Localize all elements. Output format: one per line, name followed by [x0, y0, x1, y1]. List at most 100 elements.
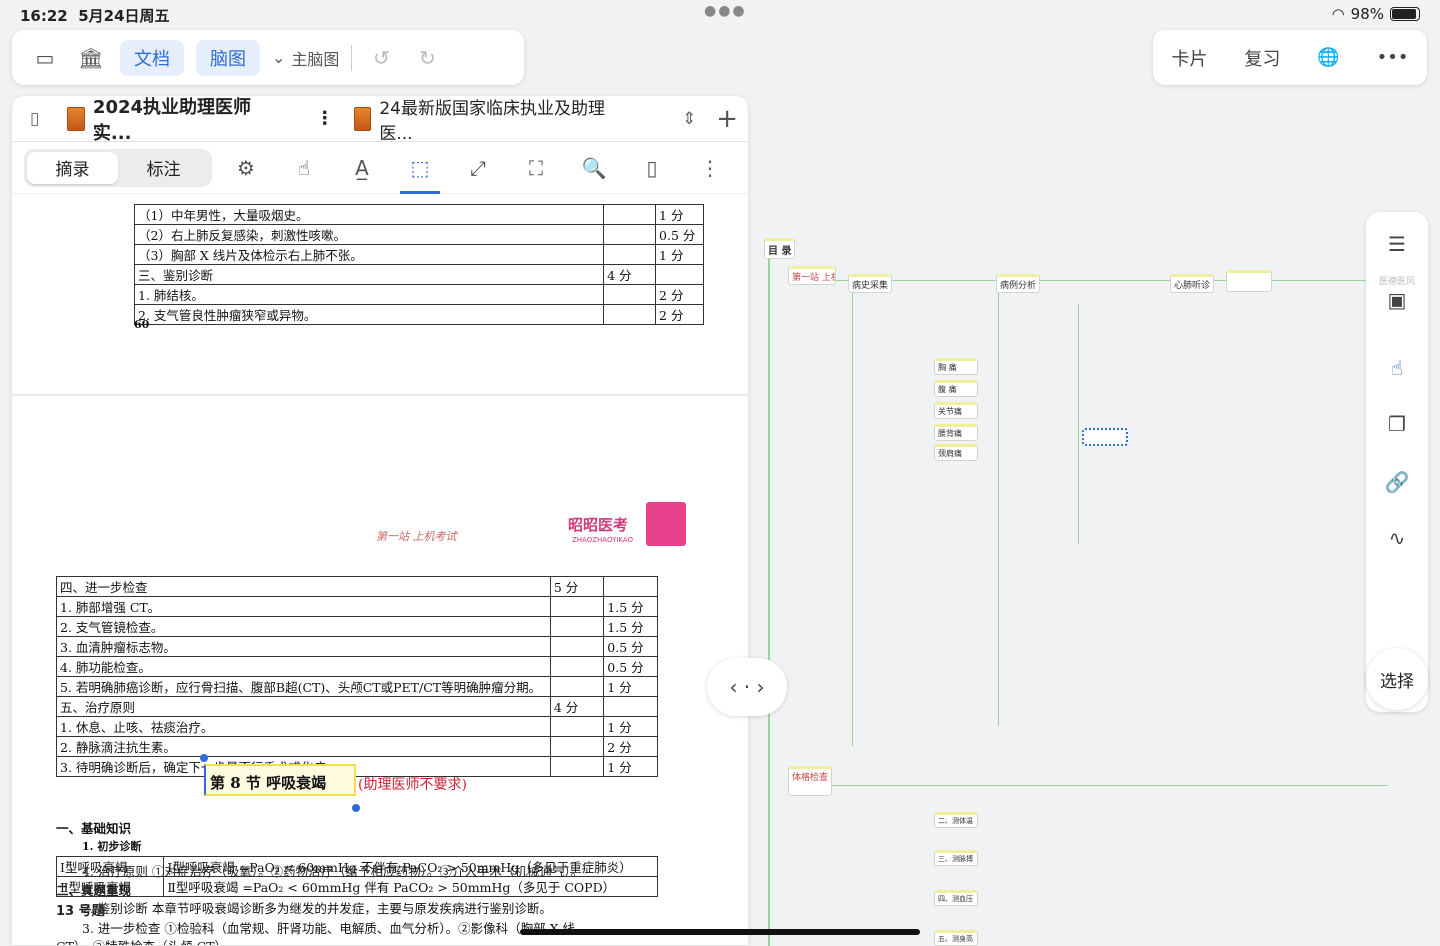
mm-connector	[828, 280, 1388, 281]
multitasking-dots-icon[interactable]: ●●●	[704, 3, 747, 19]
link-icon[interactable]: 🔗	[1366, 470, 1428, 494]
mindmap-mode-button[interactable]: 脑图	[196, 39, 260, 76]
table-cell: 4. 肺功能检查。	[56, 656, 551, 677]
mm-connector	[1078, 304, 1079, 544]
mm-abd[interactable]: 腹 痛	[934, 380, 978, 397]
page-number: 60	[134, 318, 150, 331]
table-cell: 1 分	[603, 756, 658, 777]
table-cell: 0.5 分	[603, 636, 658, 657]
status-time: 16:22 5月24日周五	[20, 7, 170, 25]
outline-icon[interactable]: ☰	[1366, 232, 1428, 256]
table-row: 2. 静脉滴注抗生素。 2 分	[56, 736, 658, 757]
right-toolbar: 卡片 复习 🌐 •••	[1153, 30, 1427, 85]
table-row: （1）中年男性，大量吸烟史。 1 分	[133, 204, 704, 225]
table-cell: 1. 肺部增强 CT。	[56, 596, 551, 617]
mm-height[interactable]: 五、测身高	[934, 930, 978, 946]
split-view-handle[interactable]: ‹ · ›	[707, 658, 787, 716]
home-indicator[interactable]	[520, 929, 920, 935]
main-map-dropdown[interactable]: ⌄ 主脑图	[272, 46, 339, 70]
table-cell: （3）胸部 X 线片及体检示右上肺不张。	[133, 244, 605, 265]
section-note: (助理医师不要求)	[358, 777, 467, 793]
mm-neck[interactable]: 颈肩痛	[934, 444, 978, 461]
table-cell: 1. 肺结核。	[133, 284, 605, 305]
table-cell	[549, 716, 605, 737]
section-title: 第 8 节 呼吸衰竭	[210, 774, 327, 792]
publisher-seal-icon	[646, 502, 686, 546]
table-cell	[603, 304, 657, 325]
status-right: ◠ 98%	[1332, 5, 1420, 23]
table-cell: 1 分	[655, 204, 704, 225]
right-sidebar: ☰ 医德医风 ▣ ☝ ❐ 🔗 ∿	[1366, 212, 1428, 712]
table-cell: 1.5 分	[603, 596, 658, 617]
library-icon[interactable]: 🏛	[74, 41, 108, 75]
mm-back[interactable]: 腰背痛	[934, 424, 978, 441]
battery-percent: 98%	[1350, 5, 1384, 23]
hand-tool-icon[interactable]: ☝	[1366, 356, 1428, 380]
mm-history[interactable]: 病史采集	[848, 274, 892, 293]
mm-heart[interactable]: 心肺听诊	[1170, 274, 1214, 293]
table-row: 1. 休息、止咳、祛痰治疗。 1 分	[56, 716, 658, 737]
table-cell: 1 分	[655, 244, 704, 265]
web-search-icon[interactable]: 🌐	[1317, 47, 1339, 68]
selection-handle-top[interactable]	[200, 754, 208, 762]
redo-icon[interactable]: ↻	[410, 41, 444, 75]
table-row: 4. 肺功能检查。 0.5 分	[56, 656, 658, 677]
mm-root[interactable]: 目 录	[764, 238, 796, 259]
table-cell: 1 分	[603, 676, 658, 697]
text-line-4: 4. 治疗原则 ①对症治疗（吸氧）。②药物治疗（给予相应药物）。③介入手术（机械…	[82, 864, 584, 879]
select-button[interactable]: 选择	[1366, 648, 1428, 710]
divider	[351, 44, 353, 71]
table-cell: 1. 休息、止咳、祛痰治疗。	[56, 716, 551, 737]
battery-icon	[1390, 7, 1420, 21]
copy-icon[interactable]: ❐	[1366, 412, 1428, 436]
table-cell: 1 分	[603, 716, 658, 737]
table-cell	[603, 696, 658, 717]
table-row: 3. 待明确诊断后，确定下一步是否行手术或化疗。 1 分	[56, 756, 658, 777]
mm-pulse[interactable]: 三、测脉搏	[934, 850, 978, 866]
mm-bp[interactable]: 四、测血压	[934, 890, 978, 906]
chevron-down-icon: ⌄	[272, 48, 286, 67]
table-row: 五、治疗原则 4 分	[56, 696, 658, 717]
table-cell	[549, 676, 605, 697]
mm-connector	[852, 286, 853, 746]
doc-mode-button[interactable]: 文档	[120, 39, 184, 76]
table-cell: 4 分	[603, 264, 657, 285]
mm-temp[interactable]: 二、测体温	[934, 812, 978, 828]
mm-station[interactable]: 第一站 上机考试	[788, 266, 836, 285]
table-cell	[603, 576, 658, 597]
freehand-icon[interactable]: ∿	[1366, 526, 1428, 550]
undo-icon[interactable]: ↺	[364, 41, 398, 75]
table-cell: 2 分	[655, 304, 704, 325]
table-cell: 三、鉴别诊断	[133, 264, 605, 285]
wifi-icon: ◠	[1331, 5, 1345, 23]
table-cell: （1）中年男性，大量吸烟史。	[133, 204, 605, 225]
mm-exam[interactable]: 体格检查	[788, 766, 832, 796]
score-table-2: 四、进一步检查 5 分 1. 肺部增强 CT。 1.5 分 2. 支气管镜检查。 1.5 …	[56, 576, 658, 777]
selection-handle-bottom[interactable]	[352, 804, 360, 812]
mm-selected-node[interactable]	[1082, 428, 1128, 446]
mm-joint[interactable]: 关节痛	[934, 402, 978, 419]
mindmap-canvas[interactable]: 目 录 第一站 上机考试 病史采集 病例分析 心肺听诊 体格检查 胸 痛 腹 痛…	[748, 200, 1388, 946]
mm-connector	[768, 246, 770, 946]
more-icon[interactable]: •••	[1377, 47, 1409, 68]
question-number: 13 号题	[56, 904, 105, 919]
mm-case[interactable]: 病例分析	[996, 274, 1040, 293]
mm-chest[interactable]: 胸 痛	[934, 358, 978, 375]
card-button[interactable]: 卡片	[1171, 45, 1207, 71]
table-cell: （2）右上肺反复感染，刺激性咳嗽。	[133, 224, 605, 245]
table-cell	[549, 636, 605, 657]
publisher-logo: 昭昭医考	[568, 516, 629, 534]
watermark-text: 医德医风	[1378, 277, 1415, 287]
mm-node-empty[interactable]	[1226, 270, 1272, 292]
layout-icon[interactable]: ▣	[1366, 288, 1428, 312]
table-cell: 5 分	[549, 576, 605, 597]
table-cell: 5. 若明确肺癌诊断，应行骨扫描、腹部B超(CT)、头颅CT或PET/CT等明确…	[56, 676, 551, 697]
table-cell	[549, 616, 605, 637]
table-row: 四、进一步检查 5 分	[56, 576, 658, 597]
table-row: 1. 肺结核。 2 分	[133, 284, 704, 305]
sidebar-toggle-icon[interactable]: ▭	[28, 41, 62, 75]
table-cell	[549, 736, 605, 757]
header-text: 第一站 上机考试	[376, 530, 457, 543]
review-button[interactable]: 复习	[1244, 45, 1280, 71]
table-cell	[549, 596, 605, 617]
